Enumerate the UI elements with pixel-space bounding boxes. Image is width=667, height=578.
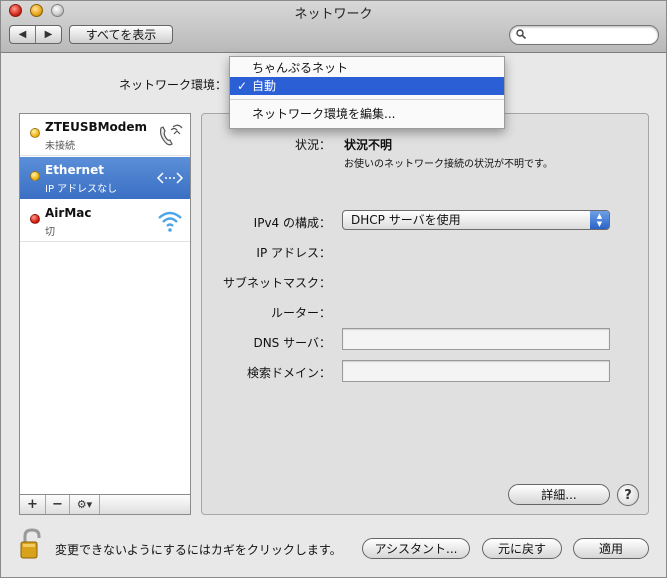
location-label: ネットワーク環境：: [119, 78, 228, 92]
status-dot-red-icon: [30, 214, 40, 224]
service-name: Ethernet: [45, 163, 104, 177]
show-all-button[interactable]: すべてを表示: [69, 25, 173, 44]
service-name: AirMac: [45, 206, 92, 220]
remove-service-button[interactable]: −: [46, 495, 70, 514]
status-label: 状況：: [294, 138, 331, 152]
lock-icon[interactable]: [19, 528, 45, 560]
search-field[interactable]: [509, 25, 659, 45]
ip-address-label: IP アドレス：: [256, 246, 331, 260]
wifi-icon: [158, 211, 182, 232]
lock-instruction-text: 変更できないようにするにはカギをクリックします。: [55, 543, 342, 557]
ethernet-arrows-icon: [156, 172, 184, 184]
search-domain-field[interactable]: [342, 360, 610, 382]
menu-item-location-automatic[interactable]: ✓ 自動: [230, 77, 504, 95]
router-label: ルーター：: [270, 306, 331, 320]
service-item-zteusbmodem[interactable]: ZTEUSBModem 未接続: [20, 114, 190, 156]
ipv4-config-value: DHCP サーバを使用: [351, 213, 461, 227]
location-popup-menu: ちゃんぷるネット ✓ 自動 ネットワーク環境を編集...: [229, 56, 505, 129]
service-item-ethernet[interactable]: Ethernet IP アドレスなし: [20, 157, 190, 199]
title-toolbar: ネットワーク ◀ ▶ すべてを表示: [1, 1, 666, 53]
action-gear-button[interactable]: ⚙▾: [70, 495, 100, 514]
window-title: ネットワーク: [294, 7, 373, 22]
menu-item-label: 自動: [252, 79, 277, 93]
service-list-buttons: + − ⚙▾: [19, 495, 191, 515]
search-input[interactable]: [530, 28, 650, 42]
status-dot-yellow-icon: [30, 128, 40, 138]
add-service-button[interactable]: +: [20, 495, 46, 514]
phone-modem-icon: [159, 124, 183, 146]
dns-server-label: DNS サーバ：: [253, 336, 331, 350]
ipv4-config-select[interactable]: DHCP サーバを使用 ▲ ▼: [342, 210, 610, 230]
menu-item-edit-locations[interactable]: ネットワーク環境を編集...: [230, 105, 504, 123]
revert-button[interactable]: 元に戻す: [482, 538, 562, 559]
network-preferences-window: ネットワーク ◀ ▶ すべてを表示 ネットワーク環境： ちゃんぷるネット ✓ 自…: [0, 0, 667, 578]
menu-separator: [230, 99, 504, 100]
subnet-mask-label: サブネットマスク：: [222, 276, 331, 290]
service-name: ZTEUSBModem: [45, 120, 148, 134]
back-button[interactable]: ◀: [10, 26, 36, 43]
checkmark-icon: ✓: [237, 79, 248, 93]
search-domain-label: 検索ドメイン：: [246, 366, 331, 380]
search-icon: [516, 29, 526, 39]
advanced-button[interactable]: 詳細...: [508, 484, 610, 505]
service-status: 切: [45, 227, 55, 238]
status-dot-yellow-icon: [30, 171, 40, 181]
ipv4-config-label: IPv4 の構成：: [253, 216, 331, 230]
assistant-button[interactable]: アシスタント...: [362, 538, 470, 559]
dns-server-field[interactable]: [342, 328, 610, 350]
service-status: IP アドレスなし: [45, 184, 118, 195]
help-button[interactable]: ?: [617, 484, 639, 506]
status-description: お使いのネットワーク接続の状況が不明です。: [344, 159, 553, 170]
service-status: 未接続: [45, 141, 75, 152]
service-item-airmac[interactable]: AirMac 切: [20, 200, 190, 242]
popup-arrows-icon: ▲ ▼: [590, 211, 609, 229]
forward-button[interactable]: ▶: [36, 26, 61, 43]
apply-button[interactable]: 適用: [573, 538, 649, 559]
back-forward-control: ◀ ▶: [9, 25, 62, 44]
status-value: 状況不明: [344, 138, 393, 152]
menu-item-location-1[interactable]: ちゃんぷるネット: [230, 59, 504, 77]
service-list: ZTEUSBModem 未接続 Ethernet IP アドレスなし AirMa…: [19, 113, 191, 495]
